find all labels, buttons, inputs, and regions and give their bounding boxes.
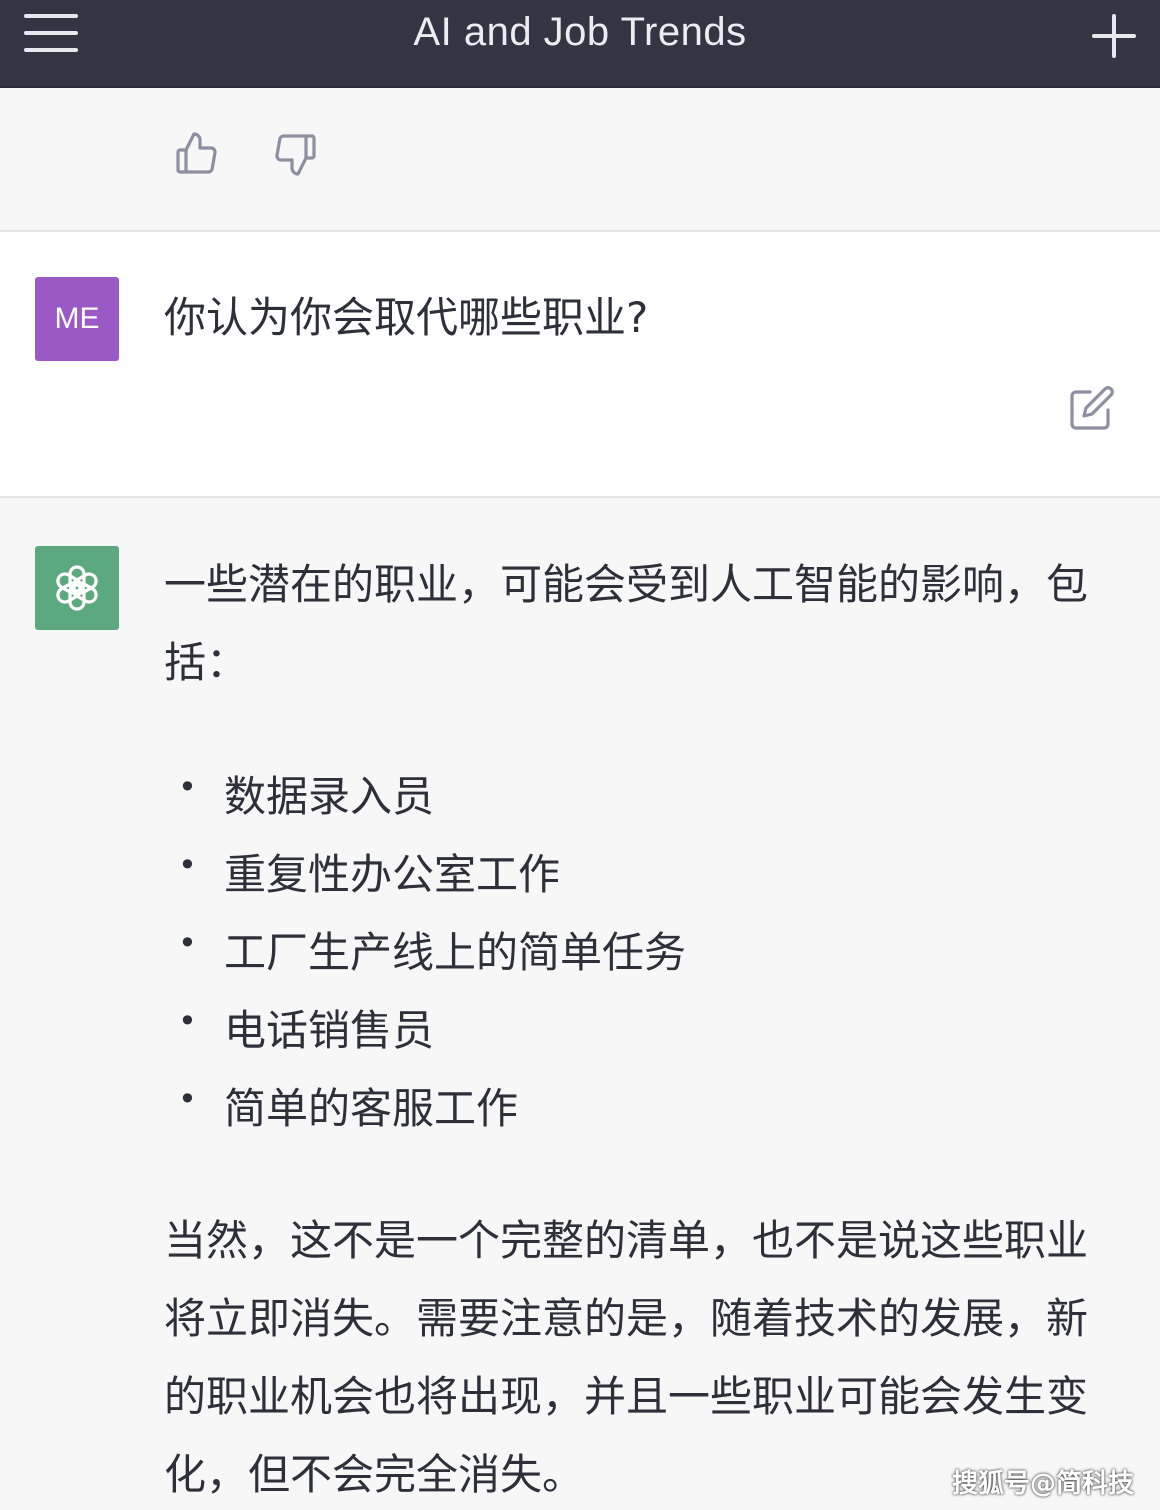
- list-item: 工厂生产线上的简单任务: [164, 904, 686, 992]
- list-item: 简单的客服工作: [164, 1060, 686, 1148]
- edit-message-icon[interactable]: [1068, 384, 1116, 432]
- user-message: ME 你认为你会取代哪些职业?: [0, 232, 1160, 498]
- list-item: 重复性办公室工作: [164, 826, 686, 914]
- previous-response-feedback: [0, 90, 1160, 232]
- watermark: 搜狐号@简科技: [951, 1469, 1134, 1499]
- thumbs-down-icon[interactable]: [272, 130, 320, 178]
- list-item: 电话销售员: [164, 982, 686, 1070]
- list-item: 数据录入员: [164, 748, 686, 836]
- affected-jobs-list: 数据录入员 重复性办公室工作 工厂生产线上的简单任务 电话销售员 简单的客服工作: [164, 748, 686, 1148]
- new-chat-plus-icon[interactable]: [1092, 14, 1136, 58]
- assistant-message: 一些潜在的职业，可能会受到人工智能的影响，包括： 数据录入员 重复性办公室工作 …: [0, 500, 1160, 1510]
- assistant-intro-text: 一些潜在的职业，可能会受到人工智能的影响，包括：: [164, 560, 1089, 687]
- user-message-text: 你认为你会取代哪些职业?: [164, 293, 649, 342]
- user-avatar: ME: [35, 277, 119, 361]
- top-bar: AI and Job Trends: [0, 0, 1160, 88]
- conversation-title: AI and Job Trends: [413, 10, 747, 54]
- thumbs-up-icon[interactable]: [172, 130, 220, 178]
- assistant-avatar: [35, 546, 119, 630]
- openai-logo-icon: [56, 565, 98, 611]
